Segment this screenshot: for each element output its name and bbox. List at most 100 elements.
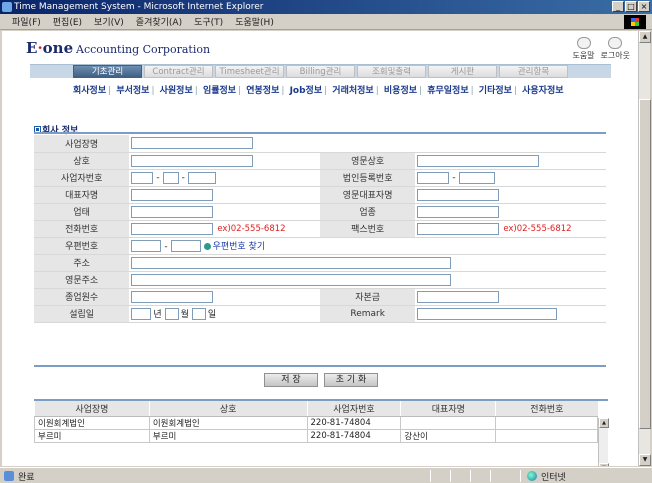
- window-title: Time Management System - Microsoft Inter…: [14, 2, 264, 12]
- help-icon: [576, 37, 591, 49]
- tab-board[interactable]: 게시판: [428, 65, 497, 78]
- subnav-etc[interactable]: 기타정보: [479, 86, 512, 96]
- ie-icon: [2, 2, 12, 12]
- address-input[interactable]: [131, 256, 452, 269]
- subnav-employee[interactable]: 사원정보: [160, 86, 193, 96]
- label-company-name-en: 영문상호: [319, 152, 416, 170]
- remark-input[interactable]: [417, 307, 558, 320]
- month-unit: 월: [180, 309, 189, 320]
- label-corp-reg-no: 법인등록번호: [319, 169, 416, 187]
- tab-billing[interactable]: Billing관리: [286, 65, 355, 78]
- scroll-thumb[interactable]: [639, 99, 651, 429]
- tab-report[interactable]: 조회및출력: [357, 65, 426, 78]
- form-top-line: [34, 132, 606, 134]
- company-grid: 사업장명 상호 사업자번호 대표자명 전화번호 이원회계법인 이원회계법인 22…: [34, 401, 598, 443]
- tab-contract[interactable]: Contract관리: [144, 65, 213, 78]
- company-name: Accounting Corporation: [76, 43, 211, 56]
- label-employees: 종업원수: [34, 288, 130, 306]
- table-row[interactable]: 부르미 부르미 220-81-74804 강산이: [34, 428, 598, 443]
- zip-part2[interactable]: [170, 240, 201, 253]
- biz-reg-no-part2[interactable]: [162, 171, 179, 184]
- windows-logo-icon: [624, 15, 646, 29]
- scroll-up-icon[interactable]: ▲: [639, 31, 651, 43]
- page-done-icon: [4, 471, 14, 481]
- corp-reg-no-part1[interactable]: [417, 171, 450, 184]
- save-button[interactable]: 저 장: [264, 373, 318, 387]
- company-name-en-input[interactable]: [417, 154, 540, 167]
- internet-zone-icon: [527, 471, 537, 481]
- est-day-input[interactable]: [191, 308, 206, 321]
- subnav-expense[interactable]: 비용정보: [384, 86, 417, 96]
- menu-edit[interactable]: 편집(E): [47, 15, 88, 28]
- day-unit: 일: [207, 309, 217, 320]
- table-row[interactable]: 이원회계법인 이원회계법인 220-81-74804: [34, 415, 598, 430]
- subnav-user[interactable]: 사용자정보: [522, 86, 563, 96]
- fax-hint: ex)02-555-6812: [503, 224, 572, 234]
- subnav-rate[interactable]: 임률정보: [203, 86, 236, 96]
- security-zone: 인터넷: [541, 473, 566, 483]
- est-month-input[interactable]: [164, 308, 179, 321]
- minimize-button[interactable]: _: [612, 1, 624, 12]
- page-scrollbar[interactable]: ▲ ▼: [638, 31, 651, 466]
- biz-type-input[interactable]: [131, 205, 214, 218]
- company-list: 사업장명 상호 사업자번호 대표자명 전화번호 이원회계법인 이원회계법인 22…: [34, 399, 609, 466]
- address-en-input[interactable]: [131, 273, 452, 286]
- cell-ceo: 강산이: [400, 428, 497, 443]
- biz-reg-no-part3[interactable]: [187, 171, 216, 184]
- menu-view[interactable]: 보기(V): [88, 15, 130, 28]
- label-biz-type: 업태: [34, 203, 130, 221]
- biz-reg-no-part1[interactable]: [131, 171, 154, 184]
- col-biz-reg-no: 사업자번호: [306, 401, 401, 417]
- company-form: 사업장명 상호 영문상호 사업자번호 -- 법인등록번호 - 대표자명 영문대표…: [34, 135, 606, 323]
- cell-ceo: [400, 415, 497, 430]
- subnav-holiday[interactable]: 휴무일정보: [427, 86, 468, 96]
- page-viewport: E·one Accounting Corporation 도움말 로그아웃 기초…: [2, 31, 638, 466]
- col-biz-name: 사업장명: [34, 401, 150, 417]
- subnav-company[interactable]: 회사정보: [73, 86, 106, 96]
- logout-icon: [608, 37, 623, 49]
- subnav-salary[interactable]: 연봉정보: [246, 86, 279, 96]
- tab-basic-mgmt[interactable]: 기초관리: [73, 65, 142, 78]
- capital-input[interactable]: [417, 290, 500, 303]
- ceo-input[interactable]: [131, 188, 214, 201]
- fax-input[interactable]: [417, 222, 500, 235]
- company-logo: E·one: [26, 39, 74, 57]
- zip-search-icon[interactable]: [203, 242, 211, 250]
- phone-input[interactable]: [131, 222, 214, 235]
- scroll-down-icon[interactable]: ▼: [639, 454, 651, 466]
- reset-button[interactable]: 초 기 화: [324, 373, 378, 387]
- menu-help[interactable]: 도움말(H): [229, 15, 280, 28]
- subnav-job[interactable]: Job정보: [290, 86, 323, 96]
- cell-company-name: 이원회계법인: [148, 415, 308, 430]
- logout-link[interactable]: 로그아웃: [601, 37, 630, 61]
- subnav-department[interactable]: 부서정보: [116, 86, 149, 96]
- company-name-input[interactable]: [131, 154, 254, 167]
- corp-reg-no-part2[interactable]: [458, 171, 495, 184]
- ceo-en-input[interactable]: [417, 188, 500, 201]
- menu-file[interactable]: 파일(F): [6, 15, 47, 28]
- menu-favorites[interactable]: 즐겨찾기(A): [130, 15, 188, 28]
- est-year-input[interactable]: [131, 308, 152, 321]
- grid-scroll-down-icon[interactable]: ▼: [599, 463, 609, 466]
- tab-timesheet[interactable]: Timesheet관리: [215, 65, 284, 78]
- cell-phone: [495, 415, 598, 430]
- help-link[interactable]: 도움말: [572, 37, 595, 61]
- biz-item-input[interactable]: [417, 205, 500, 218]
- tab-admin-items[interactable]: 관리항목: [499, 65, 568, 78]
- cell-biz-reg-no: 220-81-74804: [306, 428, 402, 443]
- grid-scrollbar[interactable]: ▲ ▼: [598, 418, 609, 466]
- maximize-button[interactable]: □: [625, 1, 637, 12]
- grid-scroll-up-icon[interactable]: ▲: [599, 418, 609, 428]
- zip-search-link[interactable]: 우편번호 찾기: [213, 242, 266, 252]
- biz-name-input[interactable]: [131, 137, 254, 150]
- menu-bar: 파일(F) 편집(E) 보기(V) 즐겨찾기(A) 도구(T) 도움말(H): [0, 14, 652, 30]
- subnav-client[interactable]: 거래처정보: [332, 86, 373, 96]
- close-button[interactable]: ×: [638, 1, 650, 12]
- menu-tools[interactable]: 도구(T): [188, 15, 229, 28]
- employees-input[interactable]: [131, 290, 214, 303]
- label-address-en: 영문주소: [34, 271, 130, 289]
- zip-part1[interactable]: [131, 240, 162, 253]
- label-ceo-en: 영문대표자명: [319, 186, 416, 204]
- cell-biz-name: 이원회계법인: [34, 415, 150, 430]
- year-unit: 년: [153, 309, 162, 320]
